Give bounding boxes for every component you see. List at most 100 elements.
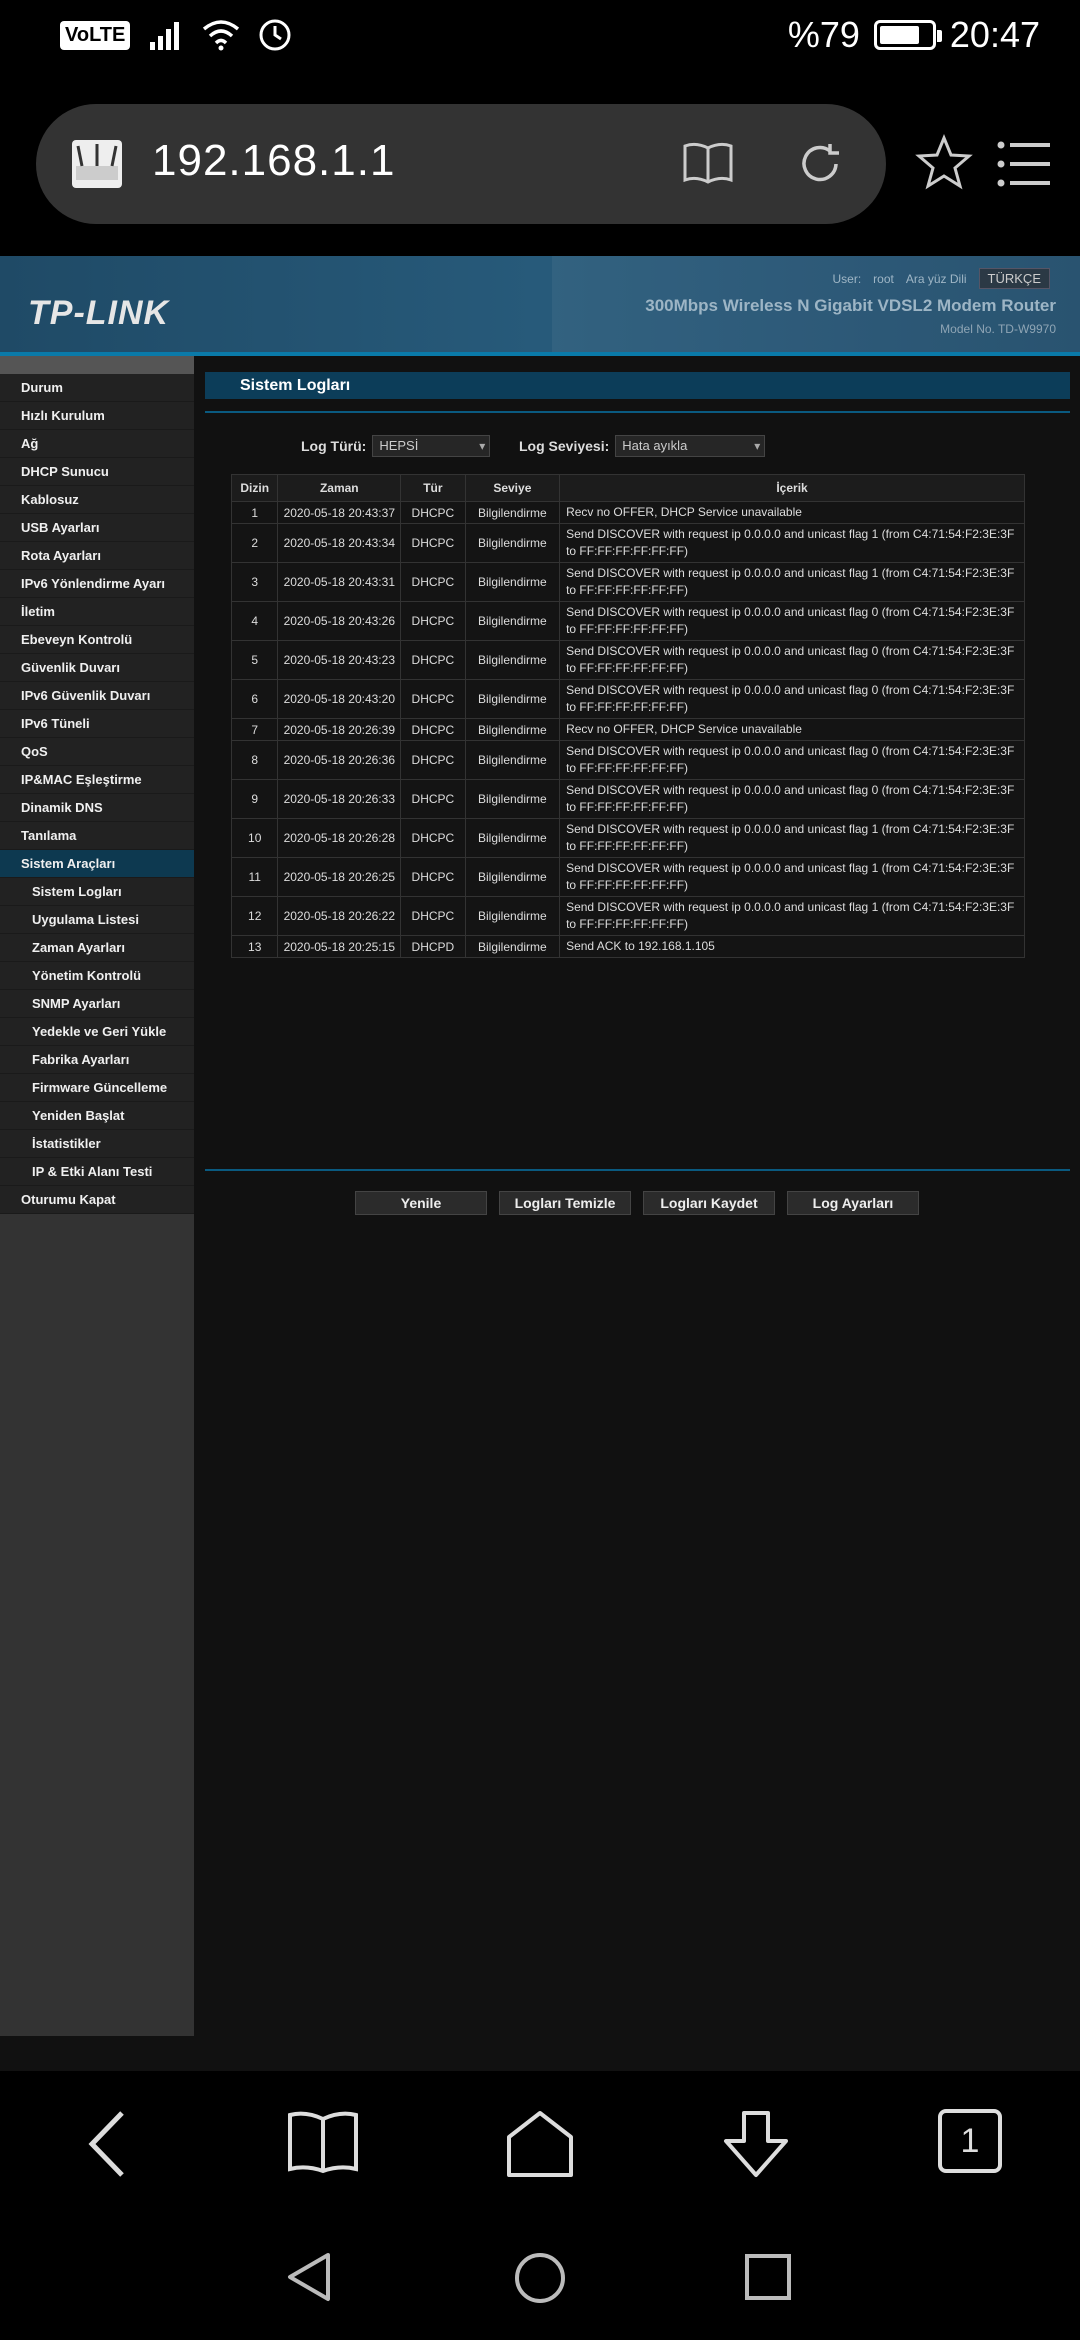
sidebar-item[interactable]: Durum [0, 374, 194, 402]
sidebar-item[interactable]: Oturumu Kapat [0, 1186, 194, 1214]
sidebar-item[interactable]: Uygulama Listesi [0, 906, 194, 934]
system-home-icon[interactable] [513, 2251, 567, 2305]
battery-icon [873, 20, 942, 50]
language-select[interactable]: TÜRKÇE [978, 268, 1050, 289]
table-cell: 8 [230, 740, 279, 780]
table-cell: 2020-05-18 20:25:15 [277, 935, 402, 958]
sidebar-item[interactable]: SNMP Ayarları [0, 990, 194, 1018]
sidebar-item[interactable]: İletim [0, 598, 194, 626]
table-cell: DHCPC [400, 779, 466, 819]
table-cell: 2020-05-18 20:26:25 [277, 857, 402, 897]
table-cell: 2020-05-18 20:26:39 [277, 718, 402, 741]
refresh-button[interactable]: Yenile [355, 1191, 487, 1215]
table-cell: DHCPC [400, 601, 466, 641]
table-cell: Bilgilendirme [464, 718, 561, 741]
log-level-select[interactable]: Hata ayıkla [615, 435, 766, 457]
sidebar-item[interactable]: Hızlı Kurulum [0, 402, 194, 430]
sidebar-item[interactable]: IP & Etki Alanı Testi [0, 1158, 194, 1186]
table-cell: Send DISCOVER with request ip 0.0.0.0 an… [559, 818, 1025, 858]
log-settings-button[interactable]: Log Ayarları [787, 1191, 919, 1215]
sidebar-item[interactable]: Güvenlik Duvarı [0, 654, 194, 682]
table-cell: 2020-05-18 20:43:23 [277, 640, 402, 680]
sidebar-item[interactable]: Yönetim Kontrolü [0, 962, 194, 990]
table-cell: 12 [230, 896, 279, 936]
sidebar-item[interactable]: Firmware Güncelleme [0, 1074, 194, 1102]
sidebar-item[interactable]: Yeniden Başlat [0, 1102, 194, 1130]
sidebar-item[interactable]: Zaman Ayarları [0, 934, 194, 962]
address-bar[interactable]: 192.168.1.1 [36, 104, 886, 224]
url-text[interactable]: 192.168.1.1 [152, 136, 395, 186]
sidebar-item[interactable]: Tanılama [0, 822, 194, 850]
save-logs-button[interactable]: Logları Kaydet [643, 1191, 775, 1215]
table-cell: 2020-05-18 20:43:37 [277, 501, 402, 524]
status-bar: VoLTE %79 20:47 [0, 0, 1080, 72]
volte-badge: VoLTE [60, 20, 131, 50]
table-row: 11 2020-05-18 20:26:25 DHCPC Bilgilendirme S… [230, 857, 1025, 897]
menu-icon[interactable] [996, 140, 1052, 190]
table-cell: 11 [230, 857, 279, 897]
sidebar-item[interactable]: İstatistikler [0, 1130, 194, 1158]
sidebar-item[interactable]: Ağ [0, 430, 194, 458]
table-row: 10 2020-05-18 20:26:28 DHCPC Bilgilendirme S… [230, 818, 1025, 858]
sidebar-item[interactable]: IP&MAC Eşleştirme [0, 766, 194, 794]
table-row: 8 2020-05-18 20:26:36 DHCPC Bilgilendirme Se… [230, 740, 1025, 780]
system-back-icon[interactable] [284, 2251, 334, 2303]
table-cell: DHCPC [400, 896, 466, 936]
reader-mode-icon[interactable] [682, 140, 734, 186]
tabs-button[interactable]: 1 [938, 2109, 1002, 2173]
table-cell: Send DISCOVER with request ip 0.0.0.0 an… [559, 523, 1025, 563]
table-cell: 2020-05-18 20:26:36 [277, 740, 402, 780]
site-favicon [72, 140, 122, 188]
column-header: Tür [400, 474, 466, 502]
model-title: 300Mbps Wireless N Gigabit VDSL2 Modem R… [645, 296, 1056, 315]
table-cell: 2020-05-18 20:26:33 [277, 779, 402, 819]
table-cell: Send DISCOVER with request ip 0.0.0.0 an… [559, 601, 1025, 641]
table-cell: Bilgilendirme [464, 640, 561, 680]
wifi-icon [203, 20, 240, 51]
back-icon[interactable] [82, 2109, 132, 2179]
sidebar-item[interactable]: Sistem Logları [0, 878, 194, 906]
sidebar-item[interactable]: Sistem Araçları [0, 850, 194, 878]
sidebar-item[interactable]: IPv6 Güvenlik Duvarı [0, 682, 194, 710]
sidebar-item[interactable]: Rota Ayarları [0, 542, 194, 570]
log-type-select[interactable]: HEPSİ [372, 435, 491, 457]
table-cell: Bilgilendirme [464, 818, 561, 858]
system-recents-icon[interactable] [744, 2253, 792, 2301]
sidebar-item[interactable]: DHCP Sunucu [0, 458, 194, 486]
table-cell: Bilgilendirme [464, 896, 561, 936]
language-label: Ara yüz Dili [905, 271, 967, 286]
clock: 20:47 [949, 14, 1040, 55]
table-cell: Send DISCOVER with request ip 0.0.0.0 an… [559, 562, 1025, 602]
sidebar-item[interactable]: Ebeveyn Kontrolü [0, 626, 194, 654]
table-cell: DHCPC [400, 818, 466, 858]
home-icon[interactable] [505, 2109, 575, 2179]
table-cell: 1 [230, 501, 279, 524]
sidebar-item[interactable]: IPv6 Tüneli [0, 710, 194, 738]
signal-icon [150, 22, 180, 50]
table-cell: 2020-05-18 20:26:22 [277, 896, 402, 936]
sidebar-item[interactable]: QoS [0, 738, 194, 766]
sidebar-item[interactable]: Yedekle ve Geri Yükle [0, 1018, 194, 1046]
reload-icon[interactable] [796, 140, 844, 188]
router-header: TP-LINK User: root Ara yüz Dili TÜRKÇE 3… [0, 256, 1080, 356]
battery-percent: %79 [787, 14, 860, 55]
table-cell: 2020-05-18 20:26:28 [277, 818, 402, 858]
sidebar-item[interactable]: IPv6 Yönlendirme Ayarı [0, 570, 194, 598]
sidebar-item[interactable]: Kablosuz [0, 486, 194, 514]
sidebar-item[interactable]: USB Ayarları [0, 514, 194, 542]
table-row: 1 2020-05-18 20:43:37 DHCPC Bilgilendirme Re… [230, 501, 1025, 524]
table-cell: Send DISCOVER with request ip 0.0.0.0 an… [559, 857, 1025, 897]
column-header: Dizin [230, 474, 279, 502]
bookmark-star-icon[interactable] [914, 134, 974, 192]
sidebar-item[interactable]: Dinamik DNS [0, 794, 194, 822]
table-cell: DHCPC [400, 857, 466, 897]
clear-logs-button[interactable]: Logları Temizle [499, 1191, 631, 1215]
bookmarks-icon[interactable] [286, 2109, 360, 2175]
sidebar-item[interactable]: Fabrika Ayarları [0, 1046, 194, 1074]
table-cell: Bilgilendirme [464, 601, 561, 641]
table-cell: 7 [230, 718, 279, 741]
table-cell: Bilgilendirme [464, 562, 561, 602]
download-icon[interactable] [720, 2109, 792, 2179]
page-title: Sistem Logları [205, 372, 1070, 399]
router-page: TP-LINK User: root Ara yüz Dili TÜRKÇE 3… [0, 256, 1080, 2071]
